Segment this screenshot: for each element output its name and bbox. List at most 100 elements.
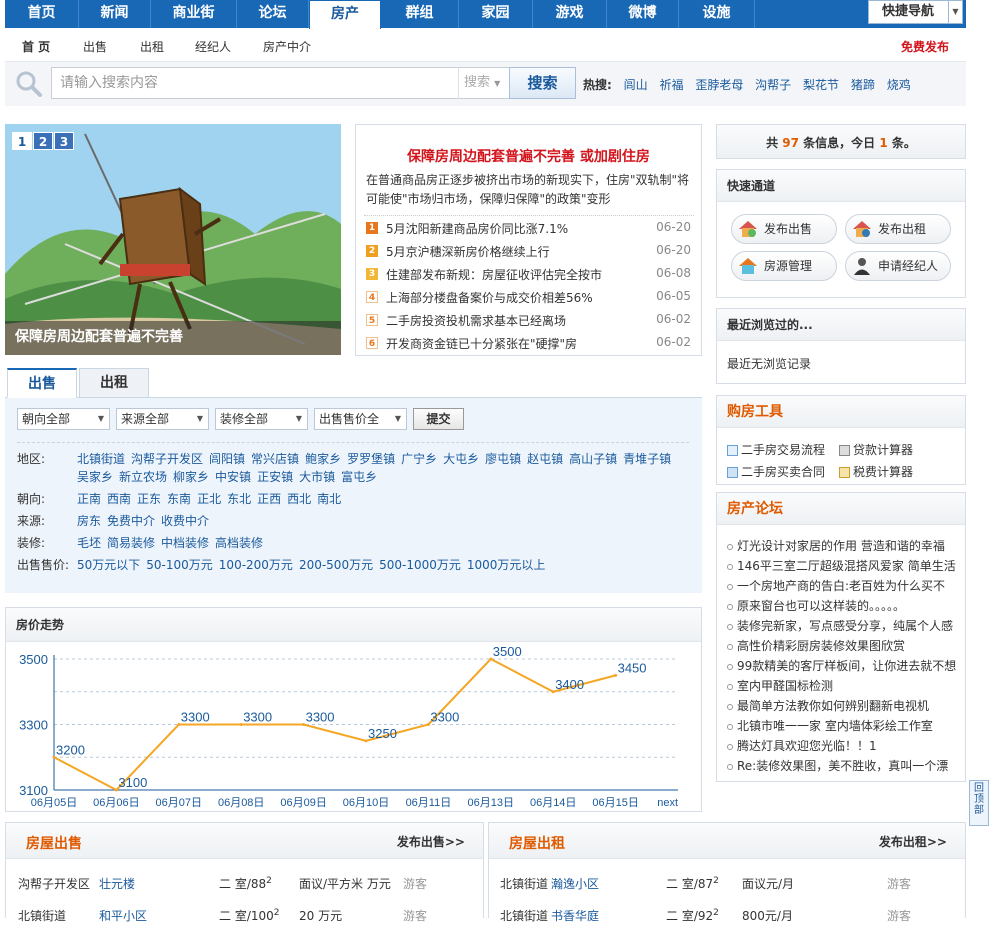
- filter-option[interactable]: 收费中介: [161, 514, 209, 528]
- news-item[interactable]: 3 住建部发布新规：房屋征收评估完全按市 06-08: [366, 266, 691, 284]
- nav-item-news[interactable]: 新闻: [79, 0, 151, 28]
- nav-item-commerce[interactable]: 商业街: [151, 0, 237, 28]
- subnav-home[interactable]: 首 页: [22, 38, 50, 55]
- nav-item-home-garden[interactable]: 家园: [459, 0, 533, 28]
- nav-item-home[interactable]: 首页: [5, 0, 79, 28]
- slide-page-3[interactable]: 3: [54, 132, 74, 150]
- publish-sale-button[interactable]: 发布出售: [731, 214, 837, 244]
- hot-search-link[interactable]: 闾山: [624, 78, 648, 92]
- filter-option[interactable]: 闾阳镇: [209, 452, 245, 466]
- search-input[interactable]: 请输入搜索内容: [51, 67, 459, 99]
- news-title[interactable]: 住建部发布新规：房屋征收评估完全按市: [386, 266, 602, 283]
- news-title[interactable]: 开发商资金链已十分紧张在"硬撑"房: [386, 335, 577, 352]
- filter-option[interactable]: 毛坯: [77, 536, 101, 550]
- filter-option[interactable]: 青堆子镇: [623, 452, 671, 466]
- forum-topic-link[interactable]: 室内甲醛国标检测: [727, 676, 959, 696]
- slide-page-1[interactable]: 1: [12, 132, 32, 150]
- nav-item-forum[interactable]: 论坛: [237, 0, 309, 28]
- quick-nav-dropdown[interactable]: 快捷导航 ▼: [868, 0, 963, 24]
- forum-topic-link[interactable]: 原来窗台也可以这样装的。。。。。: [727, 596, 959, 616]
- filter-option[interactable]: 正安镇: [257, 470, 293, 484]
- hot-search-link[interactable]: 梨花节: [803, 78, 839, 92]
- filter-option[interactable]: 200-500万元: [299, 558, 373, 572]
- filter-option[interactable]: 正东: [137, 492, 161, 506]
- submit-button[interactable]: 提交: [413, 408, 464, 430]
- subnav-sale[interactable]: 出售: [83, 38, 107, 55]
- filter-option[interactable]: 鲍家乡: [305, 452, 341, 466]
- tool-link[interactable]: 二手房交易流程: [727, 441, 825, 458]
- filter-option[interactable]: 西北: [287, 492, 311, 506]
- hot-search-link[interactable]: 烧鸡: [887, 78, 911, 92]
- filter-option[interactable]: 北镇街道: [77, 452, 125, 466]
- filter-option[interactable]: 房东: [77, 514, 101, 528]
- filter-option[interactable]: 东北: [227, 492, 251, 506]
- decoration-select[interactable]: 装修全部 ▼: [215, 408, 308, 430]
- filter-option[interactable]: 50-100万元: [146, 558, 213, 572]
- filter-option[interactable]: 中安镇: [215, 470, 251, 484]
- subnav-agencies[interactable]: 房产中介: [263, 38, 311, 55]
- forum-topic-link[interactable]: 一个房地产商的告白:老百姓为什么买不: [727, 576, 959, 596]
- filter-option[interactable]: 1000万元以上: [467, 558, 546, 572]
- forum-topic-link[interactable]: 北镇市唯一一家 室内墙体彩绘工作室: [727, 716, 959, 736]
- filter-option[interactable]: 罗罗堡镇: [347, 452, 395, 466]
- price-select[interactable]: 出售售价全 ▼: [314, 408, 407, 430]
- filter-option[interactable]: 简易装修: [107, 536, 155, 550]
- news-title[interactable]: 5月沈阳新建商品房价同比涨7.1%: [386, 220, 568, 237]
- filter-option[interactable]: 100-200万元: [219, 558, 293, 572]
- filter-option[interactable]: 大屯乡: [443, 452, 479, 466]
- news-title[interactable]: 上海部分楼盘备案价与成交价相差56%: [386, 289, 593, 306]
- news-title[interactable]: 二手房投资投机需求基本已经离场: [386, 312, 566, 329]
- listing-row[interactable]: 沟帮子开发区 壮元楼 二 室/882 面议/平方米 万元 游客: [6, 875, 483, 899]
- tab-rent[interactable]: 出租: [79, 368, 149, 398]
- filter-option[interactable]: 500-1000万元: [379, 558, 461, 572]
- filter-option[interactable]: 正北: [197, 492, 221, 506]
- filter-option[interactable]: 新立农场: [119, 470, 167, 484]
- subnav-rent[interactable]: 出租: [140, 38, 164, 55]
- news-item[interactable]: 5 二手房投资投机需求基本已经离场 06-02: [366, 312, 691, 330]
- filter-option[interactable]: 大市镇: [299, 470, 335, 484]
- news-item[interactable]: 1 5月沈阳新建商品房价同比涨7.1% 06-20: [366, 220, 691, 238]
- news-item[interactable]: 2 5月京沪穗深新房价格继续上行 06-20: [366, 243, 691, 261]
- hot-search-link[interactable]: 猪蹄: [851, 78, 875, 92]
- forum-topic-link[interactable]: 装修完新家，写点感受分享，纯属个人感: [727, 616, 959, 636]
- forum-topic-link[interactable]: 灯光设计对家居的作用 营造和谐的幸福: [727, 536, 959, 556]
- back-to-top-button[interactable]: 回顶部: [969, 780, 989, 826]
- orientation-select[interactable]: 朝向全部 ▼: [17, 408, 110, 430]
- filter-option[interactable]: 中档装修: [161, 536, 209, 550]
- filter-option[interactable]: 免费中介: [107, 514, 155, 528]
- filter-option[interactable]: 沟帮子开发区: [131, 452, 203, 466]
- filter-option[interactable]: 正西: [257, 492, 281, 506]
- forum-topic-link[interactable]: 146平三室二厅超级混搭风爱家 简单生活: [727, 556, 959, 576]
- filter-option[interactable]: 赵屯镇: [527, 452, 563, 466]
- filter-option[interactable]: 廖屯镇: [485, 452, 521, 466]
- filter-option[interactable]: 南北: [317, 492, 341, 506]
- free-publish-link[interactable]: 免费发布: [901, 38, 949, 55]
- nav-item-realestate[interactable]: 房产: [309, 0, 381, 29]
- filter-option[interactable]: 50万元以下: [77, 558, 140, 572]
- news-item[interactable]: 6 开发商资金链已十分紧张在"硬撑"房 06-02: [366, 335, 691, 353]
- filter-option[interactable]: 广宁乡: [401, 452, 437, 466]
- tool-link[interactable]: 税费计算器: [839, 463, 913, 480]
- nav-item-groups[interactable]: 群组: [381, 0, 459, 28]
- hot-search-link[interactable]: 沟帮子: [755, 78, 791, 92]
- hot-search-link[interactable]: 祈福: [659, 78, 683, 92]
- listing-row[interactable]: 北镇街道 瀚逸小区 二 室/872 面议元/月 游客: [489, 875, 965, 899]
- forum-topic-link[interactable]: 99款精美的客厅样板间，让你进去就不想: [727, 656, 959, 676]
- forum-topic-link[interactable]: 腾达灯具欢迎您光临！！1: [727, 736, 959, 756]
- filter-option[interactable]: 西南: [107, 492, 131, 506]
- news-slideshow[interactable]: 123 保障房周边配套普遍不完善: [5, 124, 341, 355]
- nav-item-weibo[interactable]: 微博: [607, 0, 679, 28]
- filter-option[interactable]: 高山子镇: [569, 452, 617, 466]
- filter-option[interactable]: 东南: [167, 492, 191, 506]
- nav-item-games[interactable]: 游戏: [533, 0, 607, 28]
- manage-listings-button[interactable]: 房源管理: [731, 251, 837, 281]
- apply-agent-button[interactable]: 申请经纪人: [845, 251, 951, 281]
- publish-rent-button[interactable]: 发布出租: [845, 214, 951, 244]
- hot-search-link[interactable]: 歪脖老母: [695, 78, 743, 92]
- search-button[interactable]: 搜索: [509, 67, 576, 99]
- search-type-select[interactable]: 搜索 ▼: [458, 67, 510, 99]
- forum-topic-link[interactable]: 最简单方法教你如何辨别翻新电视机: [727, 696, 959, 716]
- publish-sale-link[interactable]: 发布出售>>: [397, 833, 465, 850]
- publish-rent-link[interactable]: 发布出租>>: [879, 833, 947, 850]
- filter-option[interactable]: 柳家乡: [173, 470, 209, 484]
